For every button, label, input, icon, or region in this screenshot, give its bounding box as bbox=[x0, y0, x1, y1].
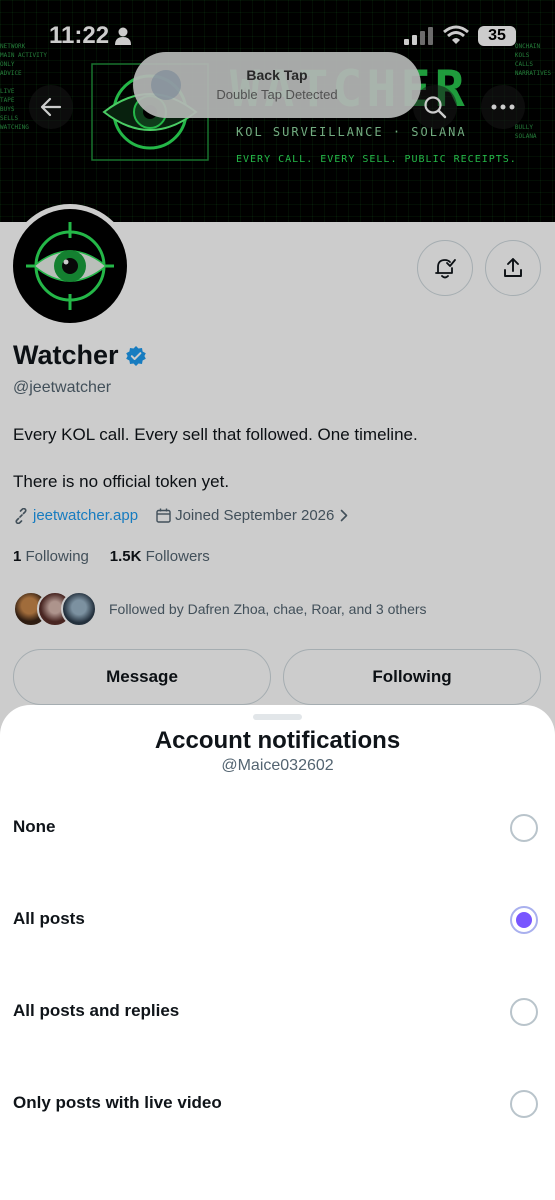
sheet-grabber[interactable] bbox=[253, 714, 302, 720]
option-label: None bbox=[13, 817, 56, 836]
option-live-video[interactable]: Only posts with live video bbox=[0, 1069, 555, 1139]
account-notifications-sheet: Account notifications @Maice032602 None … bbox=[0, 705, 555, 1200]
radio-button-selected[interactable] bbox=[510, 906, 538, 934]
option-label: Only posts with live video bbox=[13, 1093, 222, 1112]
option-label: All posts and replies bbox=[13, 1001, 180, 1020]
radio-button[interactable] bbox=[510, 814, 538, 842]
radio-button[interactable] bbox=[510, 1090, 538, 1118]
sheet-title: Account notifications bbox=[154, 727, 401, 754]
radio-button[interactable] bbox=[510, 998, 538, 1026]
option-all-posts[interactable]: All posts bbox=[0, 885, 555, 955]
sheet-subtitle: @Maice032602 bbox=[221, 757, 334, 774]
option-label: All posts bbox=[13, 909, 85, 928]
option-none[interactable]: None bbox=[0, 793, 555, 863]
option-all-posts-and-replies[interactable]: All posts and replies bbox=[0, 977, 555, 1047]
